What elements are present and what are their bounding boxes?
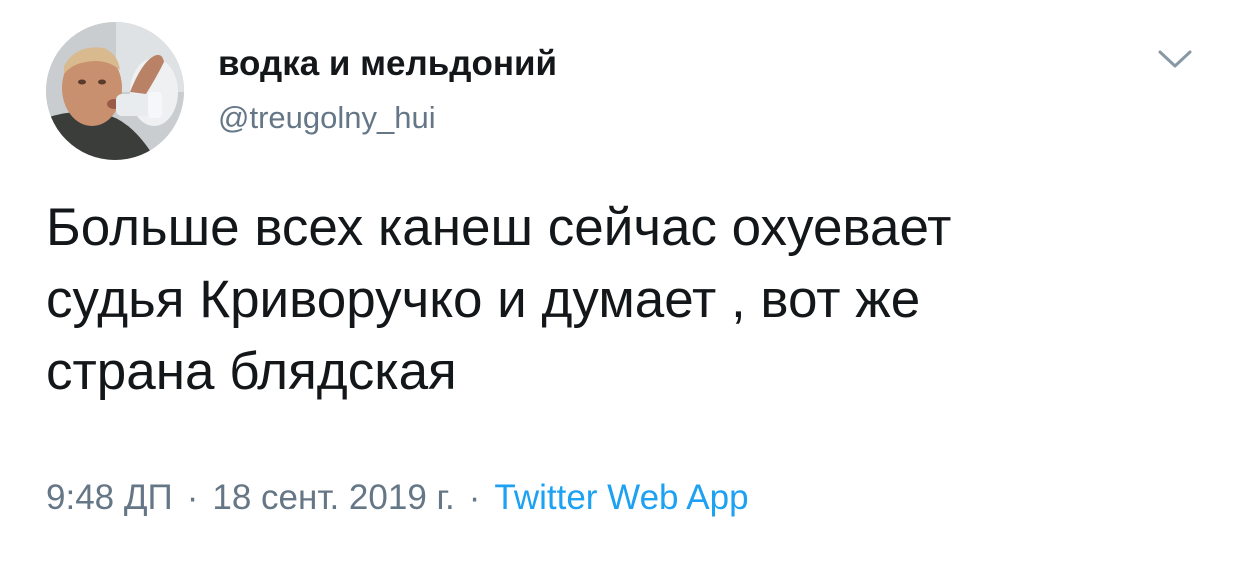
tweet-card: водка и мельдоний @treugolny_hui Больше … bbox=[0, 0, 1242, 568]
avatar-image bbox=[46, 22, 184, 160]
author-display-name[interactable]: водка и мельдоний bbox=[218, 42, 557, 86]
meta-separator: · bbox=[186, 478, 199, 517]
tweet-meta: 9:48 ДП · 18 сент. 2019 г. · Twitter Web App bbox=[46, 474, 749, 522]
tweet-time[interactable]: 9:48 ДП bbox=[46, 478, 173, 517]
avatar[interactable] bbox=[46, 22, 184, 160]
chevron-down-icon[interactable] bbox=[1152, 38, 1198, 78]
tweet-source-link[interactable]: Twitter Web App bbox=[494, 478, 748, 517]
tweet-date[interactable]: 18 сент. 2019 г. bbox=[212, 478, 454, 517]
tweet-text: Больше всех канеш сейчас охуевает судья … bbox=[46, 198, 952, 401]
meta-separator: · bbox=[468, 478, 481, 517]
author-handle[interactable]: @treugolny_hui bbox=[218, 98, 436, 138]
